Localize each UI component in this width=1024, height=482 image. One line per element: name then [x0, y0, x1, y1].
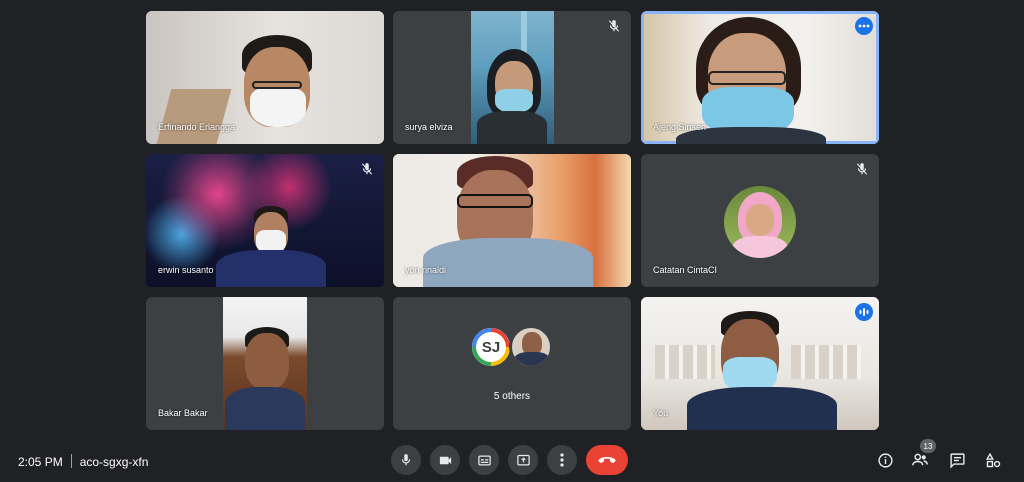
- participant-name: Ajeng Sinsen: [653, 122, 707, 132]
- participant-tile-erfinando[interactable]: Erfinando Erlangga: [146, 11, 384, 144]
- participant-name: surya elviza: [405, 122, 453, 132]
- mic-off-icon: [856, 163, 868, 175]
- participant-tile-you[interactable]: You: [641, 297, 879, 430]
- others-photo-avatar: [509, 325, 553, 369]
- meeting-details-button[interactable]: [875, 450, 895, 470]
- participant-name: Erfinando Erlangga: [158, 122, 236, 132]
- participant-name: Catatan CintaCI: [653, 265, 718, 275]
- participant-tile-surya[interactable]: surya elviza: [393, 11, 631, 144]
- others-initials: SJ: [476, 332, 506, 362]
- mic-off-icon: [608, 20, 620, 32]
- end-call-button[interactable]: [586, 445, 628, 475]
- participant-figure: [423, 154, 593, 287]
- participant-name: erwin susanto: [158, 265, 214, 275]
- participant-tile-catatan[interactable]: Catatan CintaCI: [641, 154, 879, 287]
- others-label: 5 others: [493, 391, 531, 402]
- activities-button[interactable]: [983, 450, 1003, 470]
- divider: [70, 454, 72, 468]
- participant-figure: [226, 31, 336, 144]
- participant-figure: [216, 204, 326, 287]
- captions-icon: [477, 455, 491, 465]
- meeting-details: 2:05 PM aco-sgxg-xfn: [18, 454, 148, 469]
- chat-icon: [949, 452, 965, 469]
- others-initials-avatar: SJ: [469, 325, 513, 369]
- people-icon: [912, 453, 928, 466]
- participant-tile-yon[interactable]: yon rinaldi: [393, 154, 631, 287]
- participant-avatar: [724, 186, 796, 258]
- captions-button[interactable]: [469, 445, 499, 475]
- more-options-button[interactable]: [547, 445, 577, 475]
- participant-video: [471, 11, 554, 144]
- more-options-button[interactable]: [855, 17, 873, 35]
- people-count-badge: 13: [920, 439, 936, 453]
- participant-name: Bakar Bakar: [158, 408, 208, 418]
- activities-icon: [985, 452, 1000, 467]
- meeting-time: 2:05 PM: [18, 455, 63, 469]
- mic-button[interactable]: [391, 445, 421, 475]
- participant-tile-bakar[interactable]: Bakar Bakar: [146, 297, 384, 430]
- end-call-icon: [598, 457, 616, 464]
- present-icon: [516, 454, 530, 465]
- participant-name: yon rinaldi: [405, 265, 447, 275]
- participant-video: [223, 297, 307, 430]
- chat-button[interactable]: [947, 450, 967, 470]
- present-button[interactable]: [508, 445, 538, 475]
- participant-tile-erwin[interactable]: erwin susanto: [146, 154, 384, 287]
- audio-level-indicator: [855, 303, 873, 321]
- info-icon: [877, 452, 893, 468]
- camera-icon: [439, 456, 451, 464]
- more-options-icon: [858, 24, 870, 28]
- more-vert-icon: [560, 453, 564, 467]
- bottom-toolbar: 2:05 PM aco-sgxg-xfn: [0, 440, 1024, 482]
- mic-icon: [401, 454, 411, 466]
- audio-level-icon: [859, 308, 869, 316]
- meeting-code[interactable]: aco-sgxg-xfn: [80, 455, 149, 469]
- camera-button[interactable]: [430, 445, 460, 475]
- others-tile[interactable]: SJ 5 others: [393, 297, 631, 430]
- mic-off-icon: [361, 163, 373, 175]
- participant-name: You: [653, 408, 669, 418]
- participant-figure: [687, 311, 837, 430]
- participant-tile-ajeng[interactable]: Ajeng Sinsen: [641, 11, 879, 144]
- people-button[interactable]: [910, 450, 930, 470]
